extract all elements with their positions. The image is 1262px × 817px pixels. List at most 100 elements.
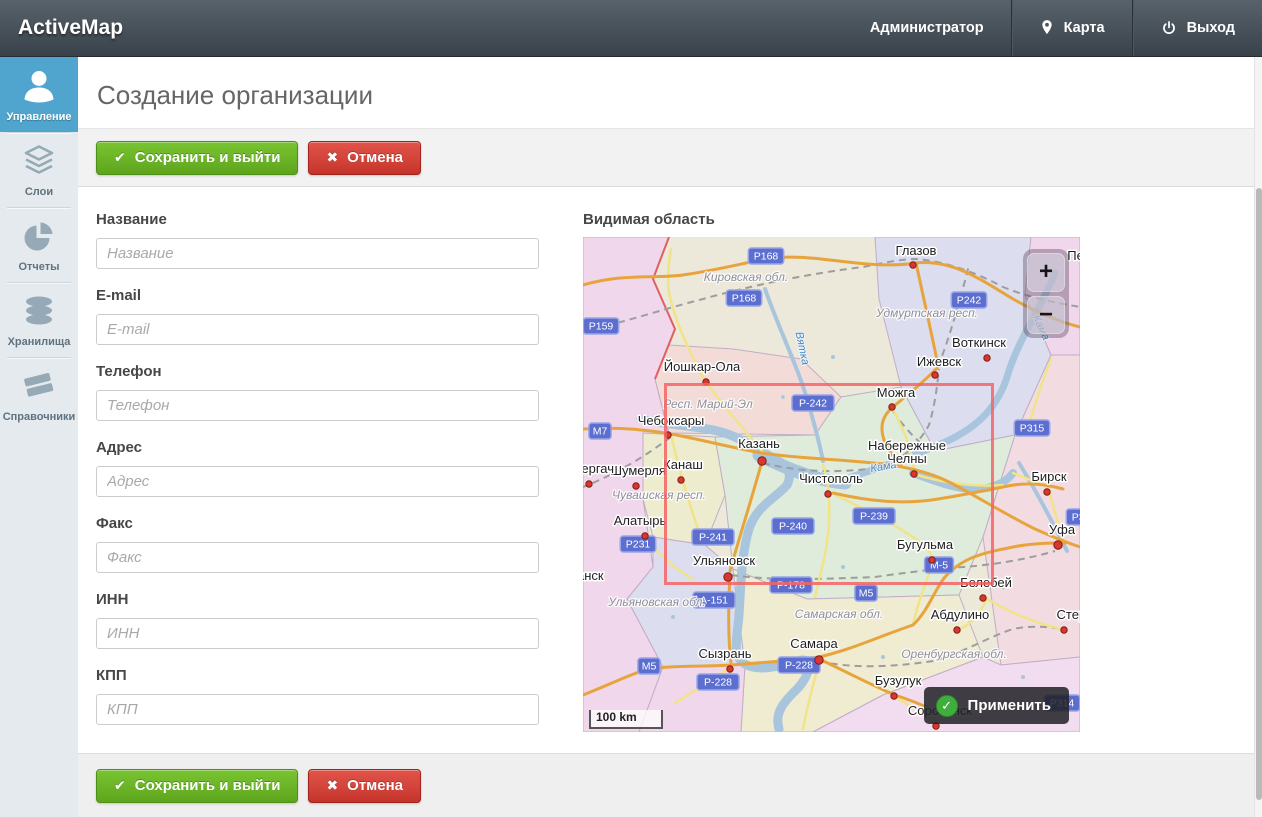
city-dot [727,666,733,672]
road-badge-label: Р168 [732,293,757,305]
city-dot [984,355,990,361]
city-dot [815,656,823,664]
logout-link[interactable]: Выход [1134,0,1262,56]
logout-link-label: Выход [1187,20,1235,36]
scrollbar[interactable] [1254,57,1262,817]
road-badge-label: Р-228 [785,660,813,672]
top-bar: ActiveMap Администратор Карта Выход [0,0,1262,57]
road-badge-label: М7 [593,426,608,438]
city-label: Сызрань [698,646,751,661]
road-badge-label: Р315 [1020,423,1045,435]
region-label: Кировская обл. [704,270,788,284]
cancel-button-label: Отмена [347,149,403,166]
check-circle-icon: ✓ [936,695,958,717]
sidebar-item-label: Отчеты [18,261,59,273]
fax-label: Факс [96,515,539,532]
road-badge-label: Р159 [589,321,614,333]
form-field-address: Адрес [96,439,539,497]
map-pin-icon [1040,19,1054,37]
sidebar-item-label: Справочники [3,411,76,423]
city-dot [633,483,639,489]
road-badge-label: М5 [859,588,874,600]
zoom-in-button[interactable]: + [1027,253,1065,292]
region-label: Самарская обл. [795,607,883,621]
save-button[interactable]: ✔ Сохранить и выйти [96,141,298,175]
sidebar-item-label: Управление [6,111,71,123]
apply-button-label: Применить [968,697,1051,714]
sidebar-item-management[interactable]: Управление [0,57,78,132]
city-label: Йошкар-Ола [664,359,741,374]
save-button-bottom[interactable]: ✔ Сохранить и выйти [96,769,298,803]
sidebar-item-label: Слои [25,186,53,198]
layers-icon [19,141,59,181]
city-label: Саранск [583,568,604,583]
road-badge-label: Р242 [957,295,982,307]
user-icon [19,66,59,106]
database-icon [19,291,59,331]
power-icon [1161,20,1177,36]
city-label: Стерлитамак [1057,607,1080,622]
visible-area-label: Видимая область [583,211,1083,228]
phone-input[interactable] [96,390,539,421]
app-logo: ActiveMap [18,16,123,40]
sidebar-item-references[interactable]: Справочники [0,357,78,432]
map-link[interactable]: Карта [1013,0,1132,56]
inn-input[interactable] [96,618,539,649]
name-input[interactable] [96,238,539,269]
check-icon: ✔ [114,149,126,166]
inn-label: ИНН [96,591,539,608]
header-menu: Администратор Карта Выход [843,0,1262,56]
city-label: Сергач [583,461,614,476]
map-zoom-control: + − [1023,249,1069,338]
city-label: Глазов [896,243,937,258]
user-menu[interactable]: Администратор [843,0,1011,56]
city-dot [980,595,986,601]
user-menu-label: Администратор [870,20,984,36]
city-label: Алатырь [614,513,667,528]
page-title: Создание организации [78,57,1262,128]
map[interactable]: Р168Р168Р242Р159Р-242М7Р315Р315Р-239Р-24… [583,237,1080,732]
city-dot [910,262,916,268]
sidebar: Управление Слои Отчеты Хранилища Справочники [0,57,78,817]
x-icon: ✖ [326,777,338,794]
zoom-out-button[interactable]: − [1027,296,1065,335]
pie-chart-icon [19,216,59,256]
form-field-fax: Факс [96,515,539,573]
form-field-phone: Телефон [96,363,539,421]
fax-input[interactable] [96,542,539,573]
sidebar-item-storages[interactable]: Хранилища [0,282,78,357]
cancel-button-bottom[interactable]: ✖ Отмена [308,769,421,803]
road-badge-label: М5 [642,661,657,673]
check-icon: ✔ [114,777,126,794]
city-label: Абдулино [931,607,990,622]
visible-area-selection-rectangle[interactable] [664,383,994,585]
email-label: E-mail [96,287,539,304]
email-input[interactable] [96,314,539,345]
city-dot [932,372,938,378]
cancel-button-label: Отмена [347,777,403,794]
books-icon [19,366,59,406]
city-dot [1061,627,1067,633]
city-dot [891,693,897,699]
city-dot [642,533,648,539]
road-badge-label: Р-228 [704,677,732,689]
city-label: Воткинск [952,335,1006,350]
sidebar-item-reports[interactable]: Отчеты [0,207,78,282]
save-button-label: Сохранить и выйти [135,149,281,166]
form-field-name: Название [96,211,539,269]
apply-button[interactable]: ✓ Применить [924,687,1069,724]
organization-form: Название E-mail Телефон Адрес Факс ИНН КПП [78,187,539,753]
cancel-button[interactable]: ✖ Отмена [308,141,421,175]
kpp-label: КПП [96,667,539,684]
city-label: Пермь [1067,248,1080,263]
address-input[interactable] [96,466,539,497]
road-badge-label: Р168 [754,251,779,263]
form-field-email: E-mail [96,287,539,345]
kpp-input[interactable] [96,694,539,725]
map-scale-bar: 100 km [589,710,663,729]
scrollbar-thumb[interactable] [1256,188,1262,800]
visible-area-panel: Видимая область [583,187,1083,753]
x-icon: ✖ [326,149,338,166]
sidebar-item-layers[interactable]: Слои [0,132,78,207]
city-label: Уфа [1049,522,1076,537]
